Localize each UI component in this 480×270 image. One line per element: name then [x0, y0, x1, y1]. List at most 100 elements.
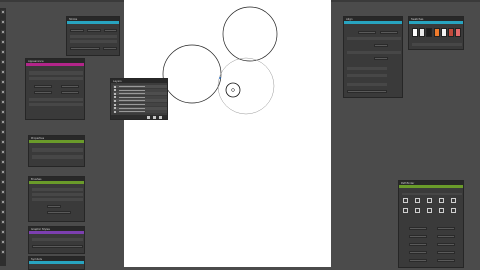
delete-layer-icon[interactable] [153, 116, 156, 119]
pathfinder-field[interactable] [437, 227, 455, 230]
pathfinder-shape-mode-icon[interactable] [415, 198, 420, 203]
pathfinder-mode-icon[interactable] [403, 208, 408, 213]
appearance-fill-row[interactable] [29, 98, 83, 101]
layer-row[interactable] [113, 95, 167, 99]
circle-left[interactable] [162, 44, 222, 104]
appearance-w-field[interactable] [34, 91, 52, 94]
align-panel-bar [344, 21, 402, 24]
align-checkbox-row-1[interactable] [347, 67, 387, 70]
brushes-panel-bar [29, 181, 84, 184]
brushes-row-3[interactable] [32, 198, 83, 201]
layer-name-bar [119, 93, 145, 95]
visibility-eye-icon[interactable] [114, 99, 116, 102]
align-checkbox-row-2[interactable] [347, 74, 387, 77]
align-panel: Align [343, 16, 403, 98]
layer-name-bar [119, 86, 145, 87]
layer-row[interactable] [113, 92, 167, 96]
new-layer-icon[interactable] [147, 116, 150, 119]
align-row-2[interactable] [347, 51, 401, 54]
pathfinder-shape-row [402, 193, 462, 195]
layer-row[interactable] [113, 110, 167, 114]
graphic-styles-row-1[interactable] [32, 238, 83, 241]
pathfinder-shape-mode-icon[interactable] [403, 198, 408, 203]
swatch[interactable] [440, 28, 447, 37]
visibility-eye-icon[interactable] [114, 110, 116, 113]
pathfinder-shape-mode-icon[interactable] [427, 198, 432, 203]
anchor-point[interactable] [219, 77, 221, 79]
stroke-profile-field[interactable] [70, 47, 100, 50]
align-dropdown[interactable] [347, 90, 387, 93]
pathfinder-field[interactable] [437, 251, 455, 254]
appearance-h-field[interactable] [61, 91, 79, 94]
layers-panel-title[interactable]: Layers [111, 79, 167, 83]
visibility-eye-icon[interactable] [114, 96, 116, 99]
properties-panel-bar [29, 140, 84, 143]
pathfinder-shape-mode-icon[interactable] [439, 198, 444, 203]
swatch[interactable] [412, 28, 418, 37]
align-checkbox-row-3[interactable] [347, 83, 387, 86]
align-field-4[interactable] [374, 57, 388, 60]
swatch[interactable] [426, 28, 433, 37]
pathfinder-field[interactable] [437, 243, 455, 246]
align-field-2[interactable] [380, 31, 398, 34]
visibility-eye-icon[interactable] [114, 85, 116, 88]
stroke-cap-field[interactable] [87, 29, 101, 32]
stroke-panel-bar [67, 21, 119, 24]
pathfinder-field[interactable] [409, 227, 427, 230]
pathfinder-field[interactable] [409, 235, 427, 238]
graphic-styles-panel: Graphic Styles [28, 226, 85, 254]
pathfinder-shape-mode-icon[interactable] [451, 198, 456, 203]
swatch[interactable] [448, 28, 454, 37]
pathfinder-field[interactable] [409, 251, 427, 254]
layer-row[interactable] [113, 85, 167, 88]
appearance-x-field[interactable] [34, 85, 52, 88]
pathfinder-field[interactable] [409, 259, 427, 262]
appearance-opacity-row[interactable] [29, 103, 83, 106]
pathfinder-mode-icon[interactable] [415, 208, 420, 213]
pathfinder-mode-icon[interactable] [439, 208, 444, 213]
stroke-corner-field[interactable] [104, 29, 117, 32]
align-row-1[interactable] [347, 37, 401, 40]
stroke-arrow-field[interactable] [103, 47, 117, 50]
visibility-eye-icon[interactable] [114, 107, 116, 110]
layer-row[interactable] [113, 106, 167, 110]
properties-info-row-2 [32, 155, 83, 159]
visibility-eye-icon[interactable] [114, 103, 116, 106]
align-field-3[interactable] [374, 44, 388, 47]
pathfinder-mode-icon[interactable] [451, 208, 456, 213]
layer-options-icon[interactable] [159, 116, 162, 119]
stroke-dashed-row [70, 40, 117, 43]
circle-top-right[interactable] [222, 6, 278, 62]
symbols-panel: Symbols [28, 256, 85, 270]
brushes-row-2[interactable] [32, 193, 83, 196]
swatch[interactable] [419, 28, 426, 37]
appearance-path-row[interactable] [29, 71, 83, 75]
brushes-size-field[interactable] [47, 205, 61, 208]
align-field-1[interactable] [358, 31, 376, 34]
circle-small[interactable] [225, 82, 241, 98]
circle-guide [217, 57, 275, 115]
layer-row[interactable] [113, 99, 167, 103]
graphic-styles-field[interactable] [32, 245, 83, 248]
layer-name-bar [119, 107, 145, 109]
stroke-weight-field[interactable] [70, 29, 84, 32]
pathfinder-field[interactable] [437, 235, 455, 238]
layer-row[interactable] [113, 88, 167, 92]
appearance-y-field[interactable] [61, 85, 79, 88]
layers-panel: Layers [110, 78, 168, 120]
swatch[interactable] [455, 28, 462, 37]
visibility-eye-icon[interactable] [114, 89, 116, 92]
layer-name-bar [119, 100, 145, 102]
pathfinder-field[interactable] [437, 259, 455, 262]
circle-center-point [231, 88, 235, 92]
appearance-stroke-row[interactable] [29, 77, 83, 80]
pathfinder-mode-icon[interactable] [427, 208, 432, 213]
brushes-row-1[interactable] [32, 188, 83, 191]
swatches-panel-bar [409, 21, 463, 24]
pathfinder-field[interactable] [409, 243, 427, 246]
stroke-options-row [70, 35, 117, 38]
brushes-style-field[interactable] [47, 211, 71, 214]
swatch[interactable] [433, 28, 440, 37]
visibility-eye-icon[interactable] [114, 92, 116, 95]
layer-row[interactable] [113, 103, 167, 106]
